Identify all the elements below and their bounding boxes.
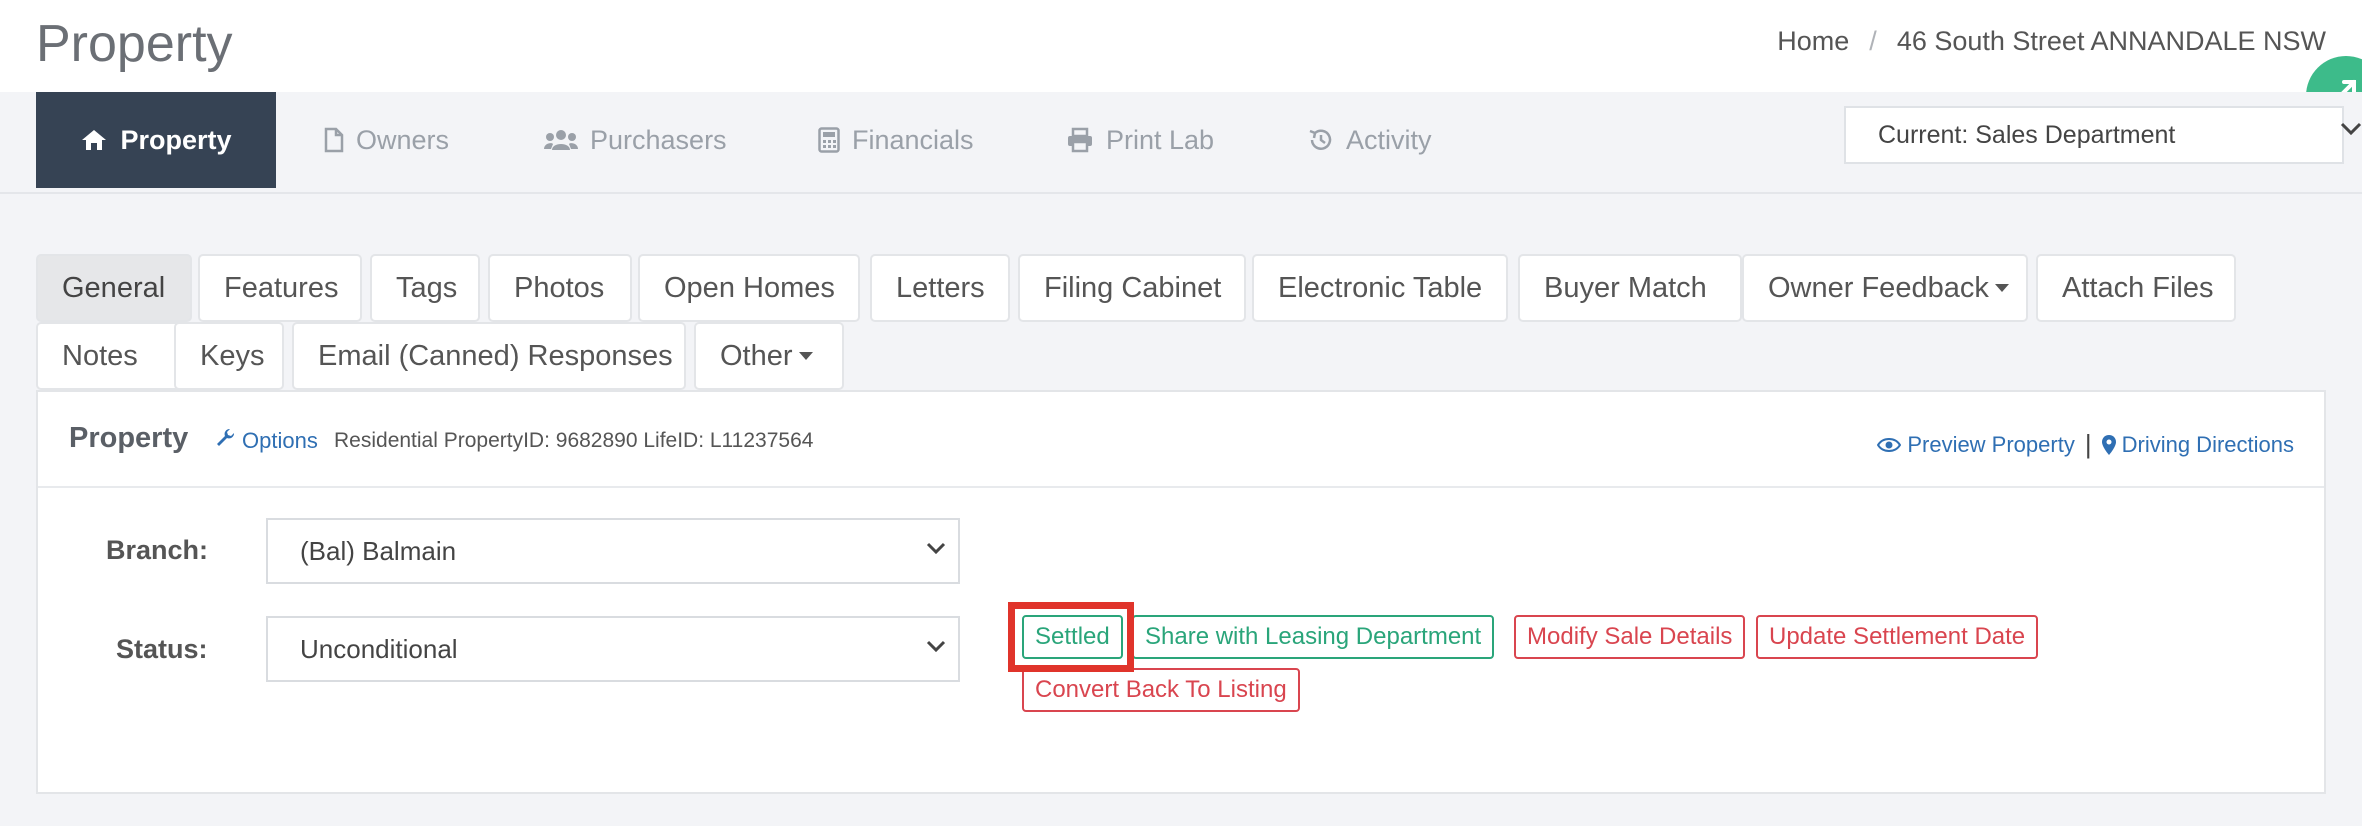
- home-icon: [80, 128, 108, 152]
- property-meta: Residential PropertyID: 9682890 LifeID: …: [334, 429, 814, 452]
- button-label: Share with Leasing Department: [1145, 623, 1482, 650]
- nav-tab-activity[interactable]: Activity: [1308, 92, 1432, 188]
- breadcrumb-separator: /: [1869, 26, 1877, 56]
- nav-tab-label: Activity: [1346, 124, 1432, 155]
- nav-tab-owners[interactable]: Owners: [324, 92, 449, 188]
- subtab-label: Owner Feedback: [1768, 271, 1989, 304]
- subtab-label: Buyer Match: [1544, 271, 1707, 304]
- status-label: Status:: [116, 634, 208, 664]
- button-label: Convert Back To Listing: [1035, 676, 1287, 703]
- file-icon: [324, 127, 344, 153]
- history-icon: [1308, 127, 1334, 153]
- subtab-label: Attach Files: [2062, 271, 2214, 304]
- nav-tab-financials[interactable]: Financials: [818, 92, 974, 188]
- subtab-features[interactable]: Features: [198, 254, 362, 322]
- subtab-email-canned-responses[interactable]: Email (Canned) Responses: [292, 322, 686, 390]
- subtab-label: Letters: [896, 271, 985, 304]
- options-label: Options: [242, 428, 318, 453]
- branch-select-value: (Bal) Balmain: [300, 535, 457, 566]
- button-label: Update Settlement Date: [1769, 623, 2026, 650]
- subtab-photos[interactable]: Photos: [488, 254, 632, 322]
- subtab-open-homes[interactable]: Open Homes: [638, 254, 860, 322]
- branch-label: Branch:: [106, 535, 209, 565]
- caret-down-icon: [798, 352, 813, 360]
- status-select[interactable]: Unconditional: [266, 616, 960, 682]
- page-title: Property: [36, 15, 233, 73]
- nav-tab-label: Property: [120, 124, 232, 155]
- nav-tab-property[interactable]: Property: [36, 92, 276, 188]
- breadcrumb-home[interactable]: Home: [1777, 26, 1849, 56]
- subtab-buyer-match[interactable]: Buyer Match: [1518, 254, 1742, 322]
- subtab-owner-feedback[interactable]: Owner Feedback: [1742, 254, 2028, 322]
- caret-down-icon: [1994, 284, 2009, 292]
- convert-back-to-listing-button[interactable]: Convert Back To Listing: [1022, 668, 1300, 712]
- subtab-label: Other: [720, 339, 793, 372]
- subtab-label: Open Homes: [664, 271, 835, 304]
- wrench-icon: [216, 428, 236, 454]
- status-select-value: Unconditional: [300, 633, 458, 664]
- nav-tab-purchasers[interactable]: Purchasers: [544, 92, 727, 188]
- subtab-label: Notes: [62, 339, 138, 372]
- options-link[interactable]: Options: [216, 428, 318, 454]
- chevron-down-icon: [926, 640, 946, 652]
- top-bar: Property Home / 46 South Street ANNANDALE …: [0, 0, 2362, 92]
- breadcrumb-current: 46 South Street ANNANDALE NSW: [1896, 26, 2326, 56]
- chevron-down-icon: [926, 542, 946, 554]
- print-icon: [1066, 127, 1094, 153]
- nav-tab-label: Owners: [356, 124, 450, 155]
- subtab-label: Email (Canned) Responses: [318, 339, 673, 372]
- subtab-attach-files[interactable]: Attach Files: [2036, 254, 2236, 322]
- update-settlement-date-button[interactable]: Update Settlement Date: [1756, 615, 2039, 659]
- department-select[interactable]: Current: Sales Department: [1844, 106, 2362, 164]
- subtab-notes[interactable]: Notes: [36, 322, 192, 390]
- department-select-value: Current: Sales Department: [1878, 120, 2176, 149]
- button-label: Modify Sale Details: [1527, 623, 1733, 650]
- subtab-letters[interactable]: Letters: [870, 254, 1010, 322]
- nav-tab-label: Print Lab: [1106, 124, 1215, 155]
- nav-tab-print-lab[interactable]: Print Lab: [1066, 92, 1214, 188]
- preview-property-link[interactable]: Preview Property: [1907, 432, 2075, 458]
- subtab-keys[interactable]: Keys: [174, 322, 284, 390]
- nav-tab-label: Purchasers: [590, 124, 727, 155]
- subtab-label: Filing Cabinet: [1044, 271, 1222, 304]
- share-with-leasing-button[interactable]: Share with Leasing Department: [1132, 615, 1495, 659]
- branch-select[interactable]: (Bal) Balmain: [266, 518, 960, 584]
- subtab-label: Tags: [396, 271, 458, 304]
- subtab-label: General: [62, 271, 166, 304]
- subtab-filing-cabinet[interactable]: Filing Cabinet: [1018, 254, 1246, 322]
- property-panel: Property Options Residential PropertyID:…: [36, 390, 2326, 794]
- calculator-icon: [818, 127, 840, 153]
- link-divider: |: [2084, 429, 2092, 459]
- map-marker-icon: [2101, 434, 2116, 455]
- subtab-electronic-table[interactable]: Electronic Table: [1252, 254, 1508, 322]
- subtab-general[interactable]: General: [36, 254, 192, 322]
- subtab-label: Features: [224, 271, 339, 304]
- chevron-down-icon: [2340, 122, 2362, 136]
- eye-icon: [1877, 437, 1902, 453]
- driving-directions-link[interactable]: Driving Directions: [2122, 432, 2294, 458]
- highlight-box: [1008, 602, 1134, 672]
- subtab-label: Keys: [200, 339, 265, 372]
- panel-title: Property: [69, 422, 189, 454]
- panel-header: Property Options Residential PropertyID:…: [38, 392, 2324, 488]
- modify-sale-details-button[interactable]: Modify Sale Details: [1514, 615, 1746, 659]
- subtab-label: Electronic Table: [1278, 271, 1483, 304]
- panel-header-links: Preview Property | Driving Directions: [1877, 429, 2294, 460]
- users-icon: [544, 128, 578, 152]
- subtab-tags[interactable]: Tags: [370, 254, 480, 322]
- subtab-other[interactable]: Other: [694, 322, 844, 390]
- breadcrumb: Home / 46 South Street ANNANDALE NSW: [1777, 26, 2326, 57]
- nav-tab-label: Financials: [852, 124, 974, 155]
- subtab-label: Photos: [514, 271, 605, 304]
